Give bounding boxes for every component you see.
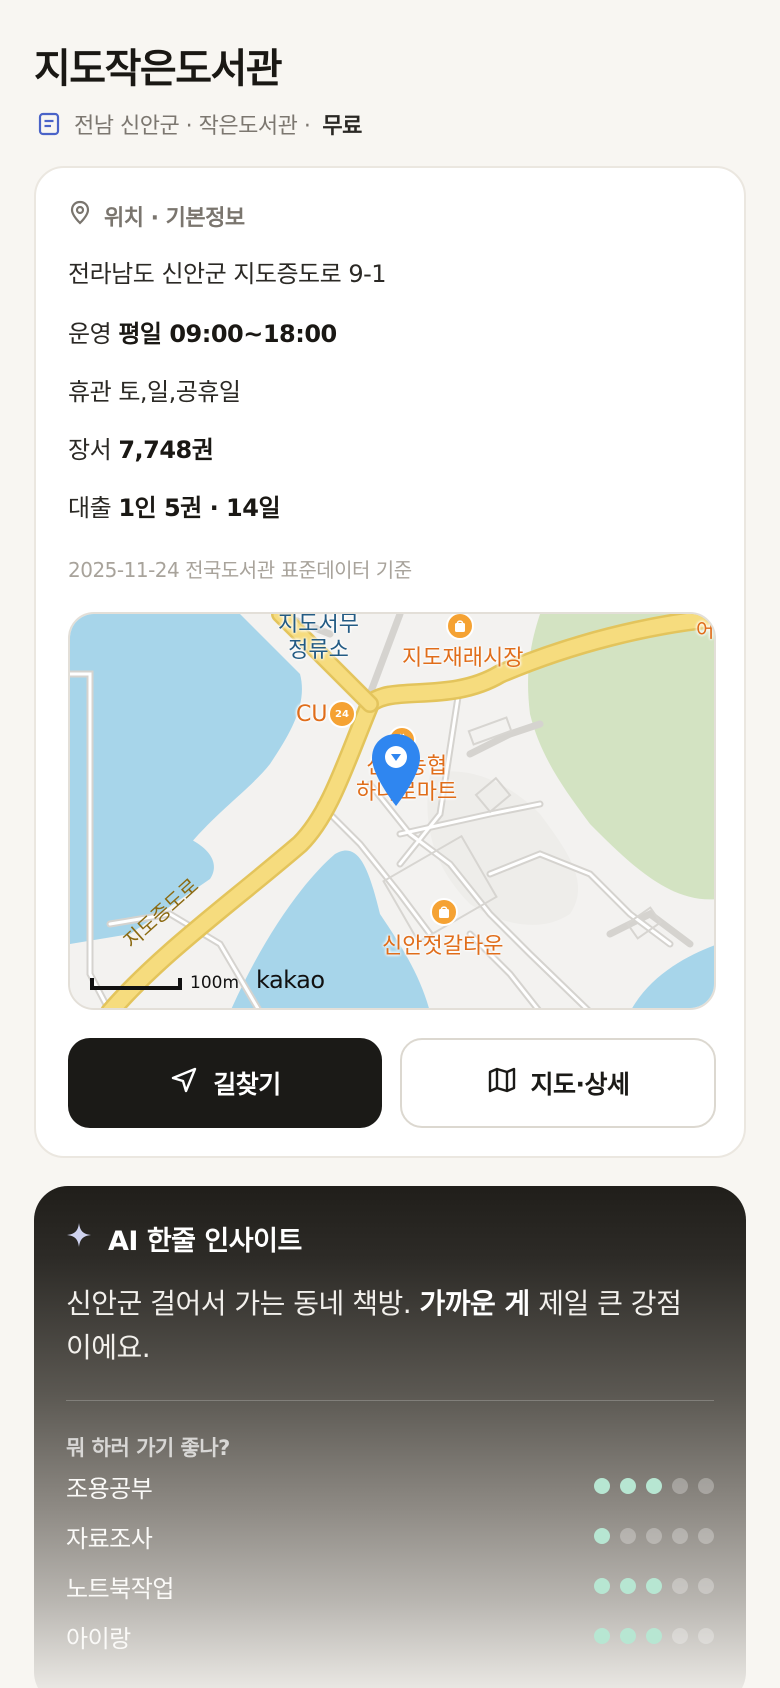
rating-dots (594, 1628, 714, 1644)
bus-stop-line2: 정류소 (288, 638, 349, 663)
map-label-fish-town: 신안젓갈타운 (382, 934, 504, 959)
fee-badge: 무료 (322, 114, 362, 139)
section-title: 위치 · 기본정보 (104, 206, 245, 231)
map-label-cu: CU (296, 702, 328, 727)
ai-insight-text: 신안군 걸어서 가는 동네 책방. 가까운 게 제일 큰 강점이에요. (66, 1282, 706, 1370)
page-title: 지도작은도서관 (34, 46, 283, 92)
hours-label: 운영 (68, 320, 112, 348)
rating-dot-filled (594, 1628, 610, 1644)
loan-value: 1인 5권 · 14일 (118, 494, 281, 522)
rating-dot-filled (646, 1478, 662, 1494)
info-card: 위치 · 기본정보 전라남도 신안군 지도증도로 9-1 운영 평일 09:00… (34, 166, 746, 1158)
map-view[interactable]: 지도서무 정류소 지도재래시장 어 CU 24 신안농협 하나로마트 (68, 612, 716, 1010)
rating-dot-empty (672, 1528, 688, 1544)
rating-dot-empty (698, 1478, 714, 1494)
rating-label: 자료조사 (66, 1524, 153, 1553)
hours-value: 평일 09:00~18:00 (118, 320, 337, 348)
rating-dot-empty (672, 1578, 688, 1594)
library-meta: 전남 신안군 · 작은도서관 · 무료 (36, 104, 362, 144)
rating-row: 자료조사 (66, 1518, 714, 1554)
data-source: 2025-11-24 전국도서관 표준데이터 기준 (68, 558, 412, 582)
rating-row: 아이랑 (66, 1618, 714, 1654)
section-header: 위치 · 기본정보 (68, 198, 245, 234)
rating-dot-filled (594, 1528, 610, 1544)
closed-row: 휴관 토,일,공휴일 (68, 372, 241, 407)
rating-dot-filled (620, 1578, 636, 1594)
divider (66, 1400, 714, 1401)
rating-label: 조용공부 (66, 1474, 153, 1503)
rating-label: 노트북작업 (66, 1574, 174, 1603)
directions-button[interactable]: 길찾기 (68, 1038, 382, 1128)
address: 전라남도 신안군 지도증도로 9-1 (68, 260, 387, 288)
rating-row: 노트북작업 (66, 1568, 714, 1604)
directions-label: 길찾기 (213, 1070, 281, 1099)
rating-dot-empty (672, 1478, 688, 1494)
ai-insight-card: AI 한줄 인사이트 신안군 걸어서 가는 동네 책방. 가까운 게 제일 큰 … (34, 1186, 746, 1688)
rating-dot-filled (620, 1628, 636, 1644)
hours-row: 운영 평일 09:00~18:00 (68, 314, 337, 349)
rating-dot-empty (698, 1628, 714, 1644)
rating-dot-filled (620, 1478, 636, 1494)
ai-title: AI 한줄 인사이트 (108, 1225, 302, 1257)
map-label-bus-stop: 지도서무 정류소 (278, 612, 359, 664)
books-value: 7,748권 (118, 436, 214, 464)
navigation-arrow-icon (169, 1065, 199, 1101)
rating-row: 조용공부 (66, 1468, 714, 1504)
rating-dot-empty (672, 1628, 688, 1644)
map-label-market: 지도재래시장 (402, 646, 524, 671)
map-scale: 100m (90, 973, 240, 993)
map-provider-logo: kakao (256, 966, 325, 994)
map-detail-label: 지도·상세 (530, 1070, 631, 1099)
shopping-bag-icon-2[interactable] (430, 898, 458, 926)
meta-region: 전남 신안군 · 작은도서관 · (74, 114, 311, 139)
books-row: 장서 7,748권 (68, 430, 214, 465)
loan-label: 대출 (68, 494, 112, 522)
ai-header: AI 한줄 인사이트 (66, 1216, 302, 1260)
rating-dot-empty (698, 1578, 714, 1594)
rating-dot-empty (698, 1528, 714, 1544)
closed-value: 토,일,공휴일 (118, 378, 241, 406)
location-pin-icon (68, 200, 92, 232)
closed-label: 휴관 (68, 378, 112, 406)
rating-dot-filled (646, 1578, 662, 1594)
rating-label: 아이랑 (66, 1624, 131, 1653)
rating-dot-filled (646, 1628, 662, 1644)
rating-dot-filled (594, 1478, 610, 1494)
activity-question: 뭐 하러 가기 좋나? (66, 1436, 230, 1460)
rating-dots (594, 1578, 714, 1594)
map-detail-button[interactable]: 지도·상세 (400, 1038, 716, 1128)
scale-bar (90, 978, 182, 990)
books-label: 장서 (68, 436, 112, 464)
location-marker-icon[interactable] (370, 732, 422, 814)
rating-dots (594, 1478, 714, 1494)
sparkle-icon (66, 1222, 92, 1255)
scale-label: 100m (190, 973, 240, 993)
document-icon (36, 111, 62, 137)
rating-dot-empty (620, 1528, 636, 1544)
rating-dot-empty (646, 1528, 662, 1544)
ai-text-highlight: 가까운 게 (419, 1287, 531, 1320)
bus-stop-line1: 지도서무 (278, 612, 359, 637)
rating-dot-filled (594, 1578, 610, 1594)
ai-text-part1: 신안군 걸어서 가는 동네 책방. (66, 1287, 420, 1320)
loan-row: 대출 1인 5권 · 14일 (68, 488, 281, 523)
rating-dots (594, 1528, 714, 1544)
folded-map-icon (487, 1066, 517, 1100)
convenience-store-icon[interactable]: 24 (328, 700, 356, 728)
shopping-bag-icon[interactable] (446, 614, 474, 640)
map-label-edge: 어 (696, 618, 715, 642)
